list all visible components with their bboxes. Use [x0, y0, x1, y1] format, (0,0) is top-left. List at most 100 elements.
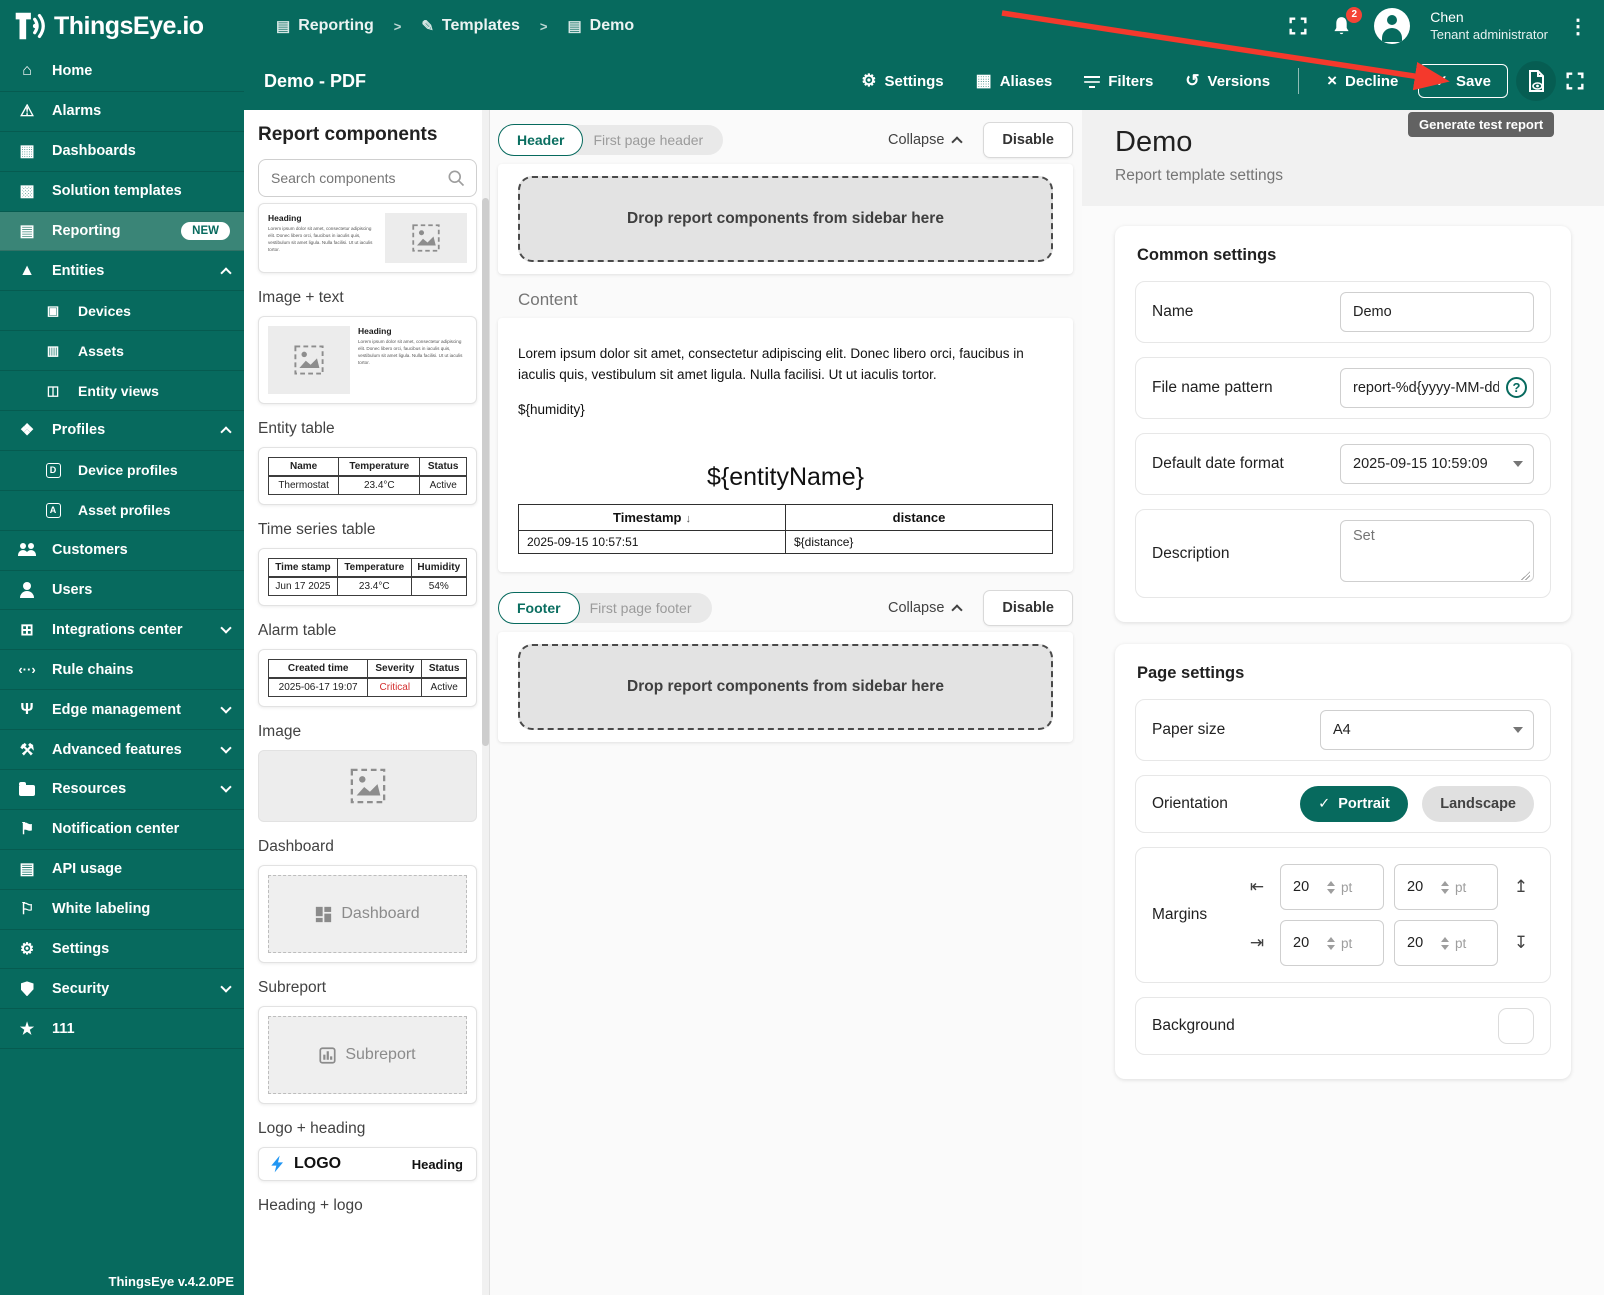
footer-dropzone[interactable]: Drop report components from sidebar here [518, 643, 1053, 730]
fullscreen-button[interactable] [1287, 15, 1309, 37]
breadcrumb-demo[interactable]: ▤ Demo [567, 17, 634, 35]
component-logo-heading[interactable]: LOGO Heading [258, 1147, 477, 1181]
header-section: Header First page header Collapse Disabl… [498, 120, 1073, 274]
component-entity-table[interactable]: Name Temperature Status Thermostat 23.4°… [258, 447, 477, 505]
sidebar-item-api-usage[interactable]: ▤ API usage [0, 850, 244, 890]
first-page-header-chip[interactable]: First page header [563, 125, 724, 155]
decline-button[interactable]: × Decline [1315, 63, 1410, 99]
sidebar-item-entities[interactable]: ▲ Entities [0, 251, 244, 292]
aliases-button[interactable]: ▦ Aliases [964, 63, 1065, 99]
spinner-arrows-icon[interactable] [1327, 880, 1335, 894]
user-info[interactable]: Chen Tenant administrator [1430, 9, 1548, 43]
background-color-swatch[interactable] [1498, 1008, 1534, 1044]
file-name-pattern-input[interactable] [1340, 368, 1534, 408]
sidebar-item-reporting[interactable]: ▤ Reporting NEW [0, 211, 244, 252]
margin-input-4[interactable]: pt [1394, 920, 1498, 966]
header-chip[interactable]: Header [498, 124, 584, 156]
spinner-arrows-icon[interactable] [1441, 936, 1449, 950]
kebab-icon: ⋮ [1568, 15, 1588, 38]
spinner-arrows-icon[interactable] [1441, 880, 1449, 894]
table-row: 2025-09-15 10:57:51 ${distance} [518, 529, 1053, 554]
sidebar-item-users[interactable]: Users [0, 571, 244, 611]
more-menu-button[interactable]: ⋮ [1568, 14, 1588, 39]
settings-button[interactable]: ⚙ Settings [849, 63, 955, 99]
footer-section: Footer First page footer Collapse Disabl… [498, 588, 1073, 742]
sidebar-item-customers[interactable]: Customers [0, 531, 244, 571]
sidebar-item-assets[interactable]: ▥ Assets [0, 331, 244, 372]
common-settings-heading: Common settings [1137, 246, 1277, 264]
content-table-col-distance[interactable]: distance [785, 503, 1053, 531]
header-dropzone[interactable]: Drop report components from sidebar here [518, 176, 1053, 262]
save-button[interactable]: ✓ Save [1418, 64, 1508, 98]
sidebar-item-devices[interactable]: ▣ Devices [0, 291, 244, 332]
image-placeholder-icon [293, 344, 325, 376]
generate-test-report-button[interactable] [1516, 61, 1556, 101]
sidebar-item-edge-management[interactable]: Ψ Edge management [0, 690, 244, 731]
sidebar-item-white-labeling[interactable]: ⚐ White labeling [0, 890, 244, 930]
components-scrollbar[interactable] [482, 110, 489, 1295]
component-time-series-table[interactable]: Time stamp Temperature Humidity Jun 17 2… [258, 548, 477, 606]
search-input[interactable] [271, 170, 446, 186]
notifications-button[interactable]: 2 [1329, 6, 1363, 39]
sidebar-item-entity-views[interactable]: ◫ Entity views [0, 371, 244, 412]
sidebar-item-home[interactable]: ⌂ Home [0, 52, 244, 92]
sidebar-item-rule-chains[interactable]: ‹··› Rule chains [0, 650, 244, 691]
section-label-image: Image [258, 723, 302, 740]
sidebar-item-security[interactable]: Security [0, 969, 244, 1010]
sidebar-item-alarms[interactable]: ⚠ Alarms [0, 92, 244, 132]
component-text-image[interactable]: Heading Lorem ipsum dolor sit amet, cons… [258, 203, 477, 273]
components-search[interactable] [258, 159, 477, 197]
help-icon[interactable]: ? [1506, 377, 1527, 398]
sidebar-item-resources[interactable]: Resources [0, 770, 244, 810]
spinner-arrows-icon[interactable] [1327, 936, 1335, 950]
sidebar-item-dashboards[interactable]: ▦ Dashboards [0, 132, 244, 172]
margins-row: Margins ⇤ pt [1135, 847, 1551, 983]
paper-size-select[interactable]: A4 [1320, 710, 1534, 750]
sidebar-item-notification-center[interactable]: ⚑ Notification center [0, 810, 244, 850]
sidebar-item-advanced-features[interactable]: ⚒ Advanced features [0, 730, 244, 771]
new-badge: NEW [181, 222, 230, 240]
header-collapse-button[interactable]: Collapse [888, 132, 964, 148]
first-page-footer-chip[interactable]: First page footer [559, 592, 712, 623]
content-canvas[interactable]: Lorem ipsum dolor sit amet, consectetur … [498, 318, 1073, 572]
breadcrumb-reporting[interactable]: ▤ Reporting [276, 17, 374, 35]
footer-collapse-button[interactable]: Collapse [888, 600, 964, 616]
app-logo[interactable]: ThingsEye.io [0, 7, 244, 45]
portrait-toggle[interactable]: ✓ Portrait [1300, 786, 1408, 822]
sidebar-item-device-profiles[interactable]: D Device profiles [0, 451, 244, 491]
resize-handle[interactable] [1521, 571, 1530, 580]
solution-templates-icon: ▩ [19, 183, 35, 201]
versions-button[interactable]: ↺ Versions [1173, 63, 1282, 99]
component-alarm-table[interactable]: Created time Severity Status 2025-06-17 … [258, 649, 477, 707]
sidebar-item-settings[interactable]: ⚙ Settings [0, 930, 244, 970]
name-input[interactable] [1340, 292, 1534, 332]
sidebar-item-profiles[interactable]: ❖ Profiles [0, 411, 244, 451]
sidebar-item-asset-profiles[interactable]: A Asset profiles [0, 491, 244, 531]
sidebar-item-111[interactable]: ★ 111 [0, 1009, 244, 1050]
filters-button[interactable]: Filters [1072, 65, 1165, 98]
breadcrumb-templates[interactable]: ✎ Templates [421, 17, 520, 35]
landscape-toggle[interactable]: Landscape [1422, 786, 1534, 822]
component-subreport[interactable]: Subreport [258, 1006, 477, 1104]
expand-editor-button[interactable] [1564, 70, 1586, 92]
filter-icon [1084, 75, 1101, 89]
footer-disable-button[interactable]: Disable [983, 589, 1073, 626]
sidebar-item-integrations-center[interactable]: ⊞ Integrations center [0, 610, 244, 651]
footer-chip[interactable]: Footer [498, 591, 580, 624]
content-label: Content [518, 290, 578, 309]
component-image-text[interactable]: Heading Lorem ipsum dolor sit amet, cons… [258, 316, 477, 404]
dashboards-icon: ▦ [19, 143, 35, 161]
description-textarea[interactable] [1340, 520, 1534, 582]
component-image[interactable] [258, 750, 477, 822]
margin-input-2[interactable]: pt [1394, 864, 1498, 910]
sidebar-item-solution-templates[interactable]: ▩ Solution templates [0, 172, 244, 212]
content-paragraph: Lorem ipsum dolor sit amet, consectetur … [518, 346, 1024, 382]
margin-input-1[interactable]: pt [1280, 864, 1384, 910]
component-dashboard[interactable]: Dashboard [258, 865, 477, 963]
content-table-col-timestamp[interactable]: Timestamp ↓ [518, 503, 786, 531]
header-disable-button[interactable]: Disable [983, 122, 1073, 158]
margin-input-3[interactable]: pt [1280, 920, 1384, 966]
date-format-select[interactable]: 2025-09-15 10:59:09 [1340, 444, 1534, 484]
chevron-down-icon [220, 981, 232, 993]
avatar[interactable] [1374, 8, 1411, 44]
